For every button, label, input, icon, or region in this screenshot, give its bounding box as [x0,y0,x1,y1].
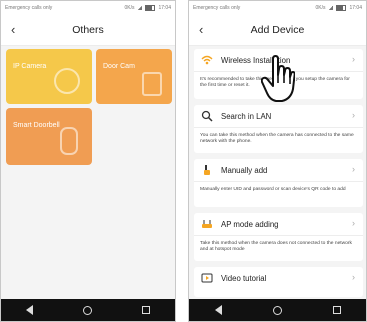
search-in-lan-card[interactable]: Search in LAN › You can take this method… [194,105,363,153]
status-icons: 0K/s 17:04 [315,5,362,11]
nav-back-icon[interactable] [214,305,222,315]
status-bar: Emergency calls only 0K/s 17:04 [189,1,366,15]
manually-add-card[interactable]: Manually add › Manually enter UID and pa… [194,159,363,207]
tile-label: IP Camera [13,63,47,70]
header: ‹ Add Device [189,15,366,46]
battery-icon [336,5,347,11]
ap-mode-adding-card[interactable]: AP mode adding › Take this method when t… [194,213,363,261]
time-text: 17:04 [349,5,362,11]
card-header[interactable]: Manually add › [194,159,363,182]
add-device-screen: Emergency calls only 0K/s 17:04 ‹ Add De… [188,0,367,322]
nav-home-icon[interactable] [272,305,282,315]
nav-back-icon[interactable] [26,305,33,315]
chevron-right-icon: › [352,272,355,282]
chevron-right-icon: › [352,218,355,228]
doorbell-icon [60,127,78,155]
card-description: Take this method when the camera does no… [200,241,352,252]
status-icons: 0K/s 17:04 [124,5,171,11]
header: ‹ Others [1,15,175,46]
camera-icon [54,68,80,94]
back-icon[interactable]: ‹ [199,22,203,38]
video-tutorial-card[interactable]: Video tutorial › [194,267,363,297]
card-header[interactable]: Search in LAN › [194,105,363,128]
hand-pointer-icon [201,164,213,176]
card-title: AP mode adding [221,219,279,229]
speed-text: 0K/s [124,5,135,11]
tile-label: Door Cam [103,63,135,70]
card-description: You can take this method when the camera… [200,133,354,144]
time-text: 17:04 [158,5,171,11]
back-icon[interactable]: ‹ [11,22,15,38]
nav-home-icon[interactable] [83,305,92,315]
video-icon [201,272,213,284]
tile-label: Smart Doorbell [13,122,60,129]
chevron-right-icon: › [352,164,355,174]
smart-doorbell-tile[interactable]: Smart Doorbell [6,108,92,165]
door-cam-icon [142,72,162,96]
carrier-text: Emergency calls only [193,5,241,11]
card-header[interactable]: Video tutorial › [194,267,363,289]
ip-camera-tile[interactable]: IP Camera [6,49,92,104]
card-description: Manually enter UID and password or scan … [200,187,346,192]
card-title: Search in LAN [221,111,272,121]
chevron-right-icon: › [352,54,355,64]
card-header[interactable]: AP mode adding › [194,213,363,236]
signal-icon [137,6,143,10]
door-cam-tile[interactable]: Door Cam [96,49,172,104]
wifi-icon [201,54,213,66]
status-bar: Emergency calls only 0K/s 17:04 [1,1,175,15]
router-icon [201,218,213,230]
battery-icon [145,5,156,11]
system-nav-bar [189,299,366,321]
carrier-text: Emergency calls only [5,5,53,11]
chevron-right-icon: › [352,110,355,120]
page-title: Others [72,24,104,36]
speed-text: 0K/s [315,5,326,11]
card-title: Manually add [221,165,268,175]
card-title: Video tutorial [221,273,267,283]
search-icon [201,110,213,122]
tap-hand-icon [261,55,295,102]
page-title: Add Device [250,24,305,36]
signal-icon [328,6,334,10]
nav-recent-icon[interactable] [332,306,341,314]
nav-recent-icon[interactable] [142,306,150,314]
others-screen: Emergency calls only 0K/s 17:04 ‹ Others… [0,0,176,322]
system-nav-bar [1,299,175,321]
